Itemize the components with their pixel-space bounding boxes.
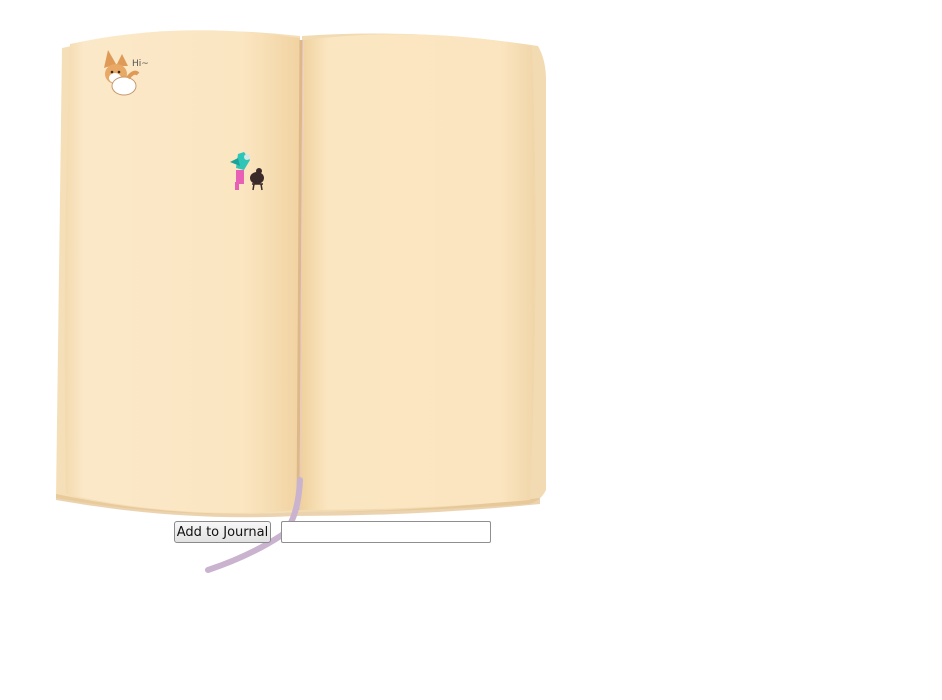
corgi-sticker-text: Hi~ bbox=[132, 59, 149, 69]
left-page bbox=[64, 30, 301, 513]
right-page bbox=[300, 34, 536, 511]
open-journal-book: Hi~ bbox=[56, 30, 546, 573]
journal-entry-input[interactable] bbox=[281, 521, 491, 543]
add-to-journal-button[interactable]: Add to Journal bbox=[174, 521, 271, 543]
journal-app: Hi~ Add to Journal bbox=[0, 0, 942, 700]
